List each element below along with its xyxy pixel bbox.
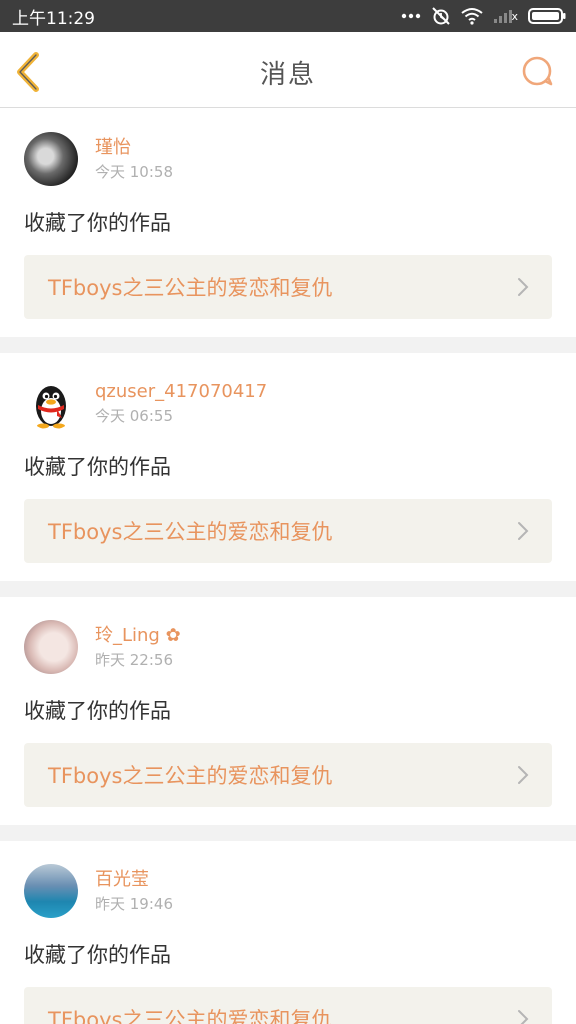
user-meta: 百光莹 昨天 19:46	[95, 868, 173, 915]
message-time: 昨天 22:56	[95, 650, 173, 669]
battery-icon	[528, 7, 566, 25]
message-user-row[interactable]: 百光莹 昨天 19:46	[24, 863, 552, 919]
message-card: 百光莹 昨天 19:46 收藏了你的作品 TFboys之三公主的爱恋和复仇	[0, 841, 576, 1024]
card-separator	[0, 337, 576, 353]
message-card: 玲_Ling ✿ 昨天 22:56 收藏了你的作品 TFboys之三公主的爱恋和…	[0, 597, 576, 825]
message-list: 瑾怡 今天 10:58 收藏了你的作品 TFboys之三公主的爱恋和复仇 qzu…	[0, 109, 576, 1024]
avatar[interactable]	[24, 620, 78, 674]
more-dots-icon	[401, 13, 421, 19]
status-icons: x	[401, 6, 566, 26]
work-link[interactable]: TFboys之三公主的爱恋和复仇	[24, 743, 552, 807]
work-title: TFboys之三公主的爱恋和复仇	[48, 1008, 333, 1024]
signal-label: x	[511, 9, 518, 23]
username[interactable]: 百光莹	[95, 868, 173, 892]
wifi-icon	[461, 7, 484, 25]
message-user-row[interactable]: qzuser_417070417 今天 06:55	[24, 375, 552, 431]
username[interactable]: 玲_Ling ✿	[95, 624, 181, 648]
alarm-off-icon	[431, 6, 451, 26]
chevron-right-icon	[518, 1010, 529, 1024]
work-link[interactable]: TFboys之三公主的爱恋和复仇	[24, 987, 552, 1024]
avatar[interactable]	[24, 132, 78, 186]
card-separator	[0, 581, 576, 597]
message-action-text: 收藏了你的作品	[24, 455, 171, 479]
page-title: 消息	[259, 60, 316, 90]
work-title: TFboys之三公主的爱恋和复仇	[48, 520, 333, 544]
username[interactable]: qzuser_417070417	[95, 380, 267, 404]
chevron-right-icon	[518, 278, 529, 296]
user-meta: 瑾怡 今天 10:58	[95, 136, 173, 183]
message-user-row[interactable]: 瑾怡 今天 10:58	[24, 131, 552, 187]
qq-penguin-icon	[36, 386, 66, 429]
message-card: qzuser_417070417 今天 06:55 收藏了你的作品 TFboys…	[0, 353, 576, 581]
user-meta: 玲_Ling ✿ 昨天 22:56	[95, 624, 181, 671]
message-action-text: 收藏了你的作品	[24, 699, 171, 723]
message-time: 昨天 19:46	[95, 894, 173, 913]
qq-penguin-avatar[interactable]	[24, 376, 78, 430]
signal-icon: x	[493, 8, 518, 24]
work-link[interactable]: TFboys之三公主的爱恋和复仇	[24, 255, 552, 319]
avatar[interactable]	[24, 864, 78, 918]
message-time: 今天 10:58	[95, 162, 173, 181]
message-action-text: 收藏了你的作品	[24, 943, 171, 967]
nav-bar: 消息	[0, 32, 576, 108]
message-user-row[interactable]: 玲_Ling ✿ 昨天 22:56	[24, 619, 552, 675]
status-time: 上午11:29	[12, 8, 95, 29]
username[interactable]: 瑾怡	[95, 136, 173, 160]
search-icon	[522, 56, 553, 86]
message-time: 今天 06:55	[95, 406, 173, 425]
search-button[interactable]	[520, 54, 556, 90]
work-title: TFboys之三公主的爱恋和复仇	[48, 276, 333, 300]
status-bar: 上午11:29 x	[0, 0, 576, 32]
card-separator	[0, 825, 576, 841]
chevron-right-icon	[518, 766, 529, 784]
work-link[interactable]: TFboys之三公主的爱恋和复仇	[24, 499, 552, 563]
chevron-right-icon	[518, 522, 529, 540]
user-meta: qzuser_417070417 今天 06:55	[95, 380, 267, 427]
message-action-text: 收藏了你的作品	[24, 211, 171, 235]
work-title: TFboys之三公主的爱恋和复仇	[48, 764, 333, 788]
message-card: 瑾怡 今天 10:58 收藏了你的作品 TFboys之三公主的爱恋和复仇	[0, 109, 576, 337]
